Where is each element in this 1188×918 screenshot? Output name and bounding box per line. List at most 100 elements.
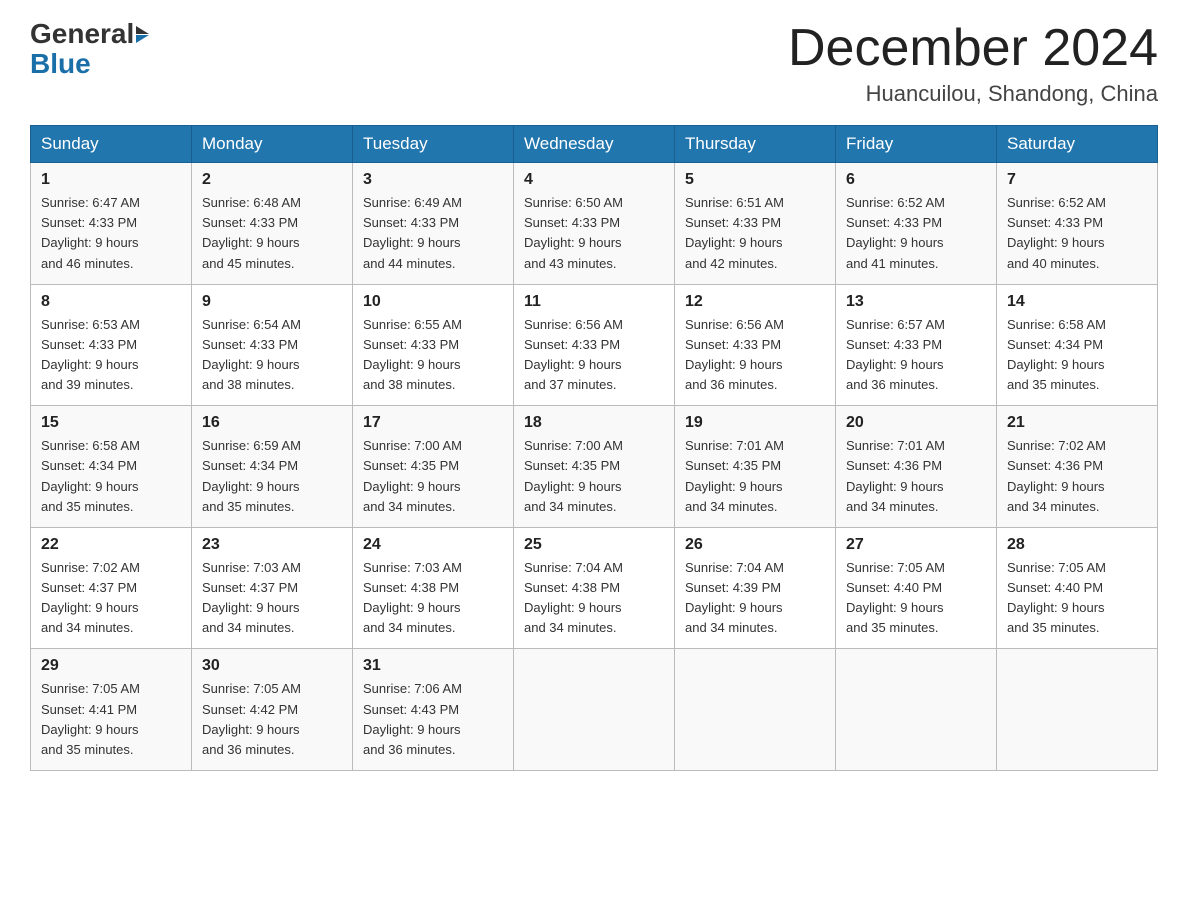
- calendar-cell: 19 Sunrise: 7:01 AMSunset: 4:35 PMDaylig…: [675, 406, 836, 528]
- calendar-cell: [997, 649, 1158, 771]
- calendar-cell: 20 Sunrise: 7:01 AMSunset: 4:36 PMDaylig…: [836, 406, 997, 528]
- day-number: 28: [1007, 536, 1147, 554]
- col-header-sunday: Sunday: [31, 126, 192, 163]
- calendar-cell: [514, 649, 675, 771]
- logo-blue-text: Blue: [30, 48, 91, 80]
- col-header-monday: Monday: [192, 126, 353, 163]
- day-info: Sunrise: 7:05 AMSunset: 4:41 PMDaylight:…: [41, 681, 140, 756]
- day-info: Sunrise: 6:49 AMSunset: 4:33 PMDaylight:…: [363, 195, 462, 270]
- day-number: 17: [363, 414, 503, 432]
- calendar-header-row: SundayMondayTuesdayWednesdayThursdayFrid…: [31, 126, 1158, 163]
- day-number: 20: [846, 414, 986, 432]
- logo-general-text: General: [30, 20, 134, 48]
- day-number: 19: [685, 414, 825, 432]
- day-info: Sunrise: 7:03 AMSunset: 4:38 PMDaylight:…: [363, 560, 462, 635]
- calendar-cell: 18 Sunrise: 7:00 AMSunset: 4:35 PMDaylig…: [514, 406, 675, 528]
- day-info: Sunrise: 6:58 AMSunset: 4:34 PMDaylight:…: [1007, 317, 1106, 392]
- day-number: 22: [41, 536, 181, 554]
- calendar-cell: 15 Sunrise: 6:58 AMSunset: 4:34 PMDaylig…: [31, 406, 192, 528]
- calendar-cell: 4 Sunrise: 6:50 AMSunset: 4:33 PMDayligh…: [514, 163, 675, 285]
- day-number: 7: [1007, 171, 1147, 189]
- col-header-thursday: Thursday: [675, 126, 836, 163]
- day-number: 24: [363, 536, 503, 554]
- day-info: Sunrise: 6:54 AMSunset: 4:33 PMDaylight:…: [202, 317, 301, 392]
- day-info: Sunrise: 6:47 AMSunset: 4:33 PMDaylight:…: [41, 195, 140, 270]
- day-number: 4: [524, 171, 664, 189]
- calendar-week-row: 1 Sunrise: 6:47 AMSunset: 4:33 PMDayligh…: [31, 163, 1158, 285]
- calendar-week-row: 8 Sunrise: 6:53 AMSunset: 4:33 PMDayligh…: [31, 284, 1158, 406]
- day-number: 16: [202, 414, 342, 432]
- col-header-tuesday: Tuesday: [353, 126, 514, 163]
- calendar-cell: 23 Sunrise: 7:03 AMSunset: 4:37 PMDaylig…: [192, 527, 353, 649]
- day-number: 8: [41, 293, 181, 311]
- calendar-cell: 2 Sunrise: 6:48 AMSunset: 4:33 PMDayligh…: [192, 163, 353, 285]
- calendar-cell: 30 Sunrise: 7:05 AMSunset: 4:42 PMDaylig…: [192, 649, 353, 771]
- col-header-saturday: Saturday: [997, 126, 1158, 163]
- location-title: Huancuilou, Shandong, China: [788, 81, 1158, 107]
- day-info: Sunrise: 6:52 AMSunset: 4:33 PMDaylight:…: [846, 195, 945, 270]
- calendar-cell: 13 Sunrise: 6:57 AMSunset: 4:33 PMDaylig…: [836, 284, 997, 406]
- day-info: Sunrise: 7:00 AMSunset: 4:35 PMDaylight:…: [524, 438, 623, 513]
- calendar-cell: [675, 649, 836, 771]
- day-number: 2: [202, 171, 342, 189]
- day-info: Sunrise: 7:04 AMSunset: 4:38 PMDaylight:…: [524, 560, 623, 635]
- day-info: Sunrise: 7:05 AMSunset: 4:42 PMDaylight:…: [202, 681, 301, 756]
- day-info: Sunrise: 7:01 AMSunset: 4:36 PMDaylight:…: [846, 438, 945, 513]
- day-number: 6: [846, 171, 986, 189]
- day-number: 23: [202, 536, 342, 554]
- logo: General Blue: [30, 20, 149, 80]
- calendar-cell: 17 Sunrise: 7:00 AMSunset: 4:35 PMDaylig…: [353, 406, 514, 528]
- day-info: Sunrise: 7:01 AMSunset: 4:35 PMDaylight:…: [685, 438, 784, 513]
- day-info: Sunrise: 7:00 AMSunset: 4:35 PMDaylight:…: [363, 438, 462, 513]
- day-number: 26: [685, 536, 825, 554]
- day-number: 13: [846, 293, 986, 311]
- day-info: Sunrise: 6:55 AMSunset: 4:33 PMDaylight:…: [363, 317, 462, 392]
- calendar-cell: 14 Sunrise: 6:58 AMSunset: 4:34 PMDaylig…: [997, 284, 1158, 406]
- day-number: 10: [363, 293, 503, 311]
- calendar-cell: 12 Sunrise: 6:56 AMSunset: 4:33 PMDaylig…: [675, 284, 836, 406]
- calendar-cell: 29 Sunrise: 7:05 AMSunset: 4:41 PMDaylig…: [31, 649, 192, 771]
- calendar-cell: 1 Sunrise: 6:47 AMSunset: 4:33 PMDayligh…: [31, 163, 192, 285]
- day-info: Sunrise: 6:50 AMSunset: 4:33 PMDaylight:…: [524, 195, 623, 270]
- day-info: Sunrise: 7:02 AMSunset: 4:37 PMDaylight:…: [41, 560, 140, 635]
- day-info: Sunrise: 6:51 AMSunset: 4:33 PMDaylight:…: [685, 195, 784, 270]
- day-number: 25: [524, 536, 664, 554]
- col-header-wednesday: Wednesday: [514, 126, 675, 163]
- calendar-cell: 21 Sunrise: 7:02 AMSunset: 4:36 PMDaylig…: [997, 406, 1158, 528]
- calendar-cell: 9 Sunrise: 6:54 AMSunset: 4:33 PMDayligh…: [192, 284, 353, 406]
- day-number: 27: [846, 536, 986, 554]
- calendar-cell: 26 Sunrise: 7:04 AMSunset: 4:39 PMDaylig…: [675, 527, 836, 649]
- calendar-cell: 8 Sunrise: 6:53 AMSunset: 4:33 PMDayligh…: [31, 284, 192, 406]
- calendar-cell: [836, 649, 997, 771]
- calendar-cell: 25 Sunrise: 7:04 AMSunset: 4:38 PMDaylig…: [514, 527, 675, 649]
- day-number: 31: [363, 657, 503, 675]
- day-number: 12: [685, 293, 825, 311]
- col-header-friday: Friday: [836, 126, 997, 163]
- day-number: 3: [363, 171, 503, 189]
- calendar-cell: 5 Sunrise: 6:51 AMSunset: 4:33 PMDayligh…: [675, 163, 836, 285]
- day-number: 5: [685, 171, 825, 189]
- day-info: Sunrise: 6:53 AMSunset: 4:33 PMDaylight:…: [41, 317, 140, 392]
- calendar-cell: 31 Sunrise: 7:06 AMSunset: 4:43 PMDaylig…: [353, 649, 514, 771]
- day-info: Sunrise: 7:06 AMSunset: 4:43 PMDaylight:…: [363, 681, 462, 756]
- day-number: 21: [1007, 414, 1147, 432]
- day-info: Sunrise: 6:56 AMSunset: 4:33 PMDaylight:…: [524, 317, 623, 392]
- day-number: 30: [202, 657, 342, 675]
- day-number: 18: [524, 414, 664, 432]
- calendar-cell: 28 Sunrise: 7:05 AMSunset: 4:40 PMDaylig…: [997, 527, 1158, 649]
- calendar-cell: 11 Sunrise: 6:56 AMSunset: 4:33 PMDaylig…: [514, 284, 675, 406]
- day-number: 9: [202, 293, 342, 311]
- calendar-week-row: 29 Sunrise: 7:05 AMSunset: 4:41 PMDaylig…: [31, 649, 1158, 771]
- day-number: 1: [41, 171, 181, 189]
- day-info: Sunrise: 6:58 AMSunset: 4:34 PMDaylight:…: [41, 438, 140, 513]
- day-info: Sunrise: 7:03 AMSunset: 4:37 PMDaylight:…: [202, 560, 301, 635]
- calendar-cell: 22 Sunrise: 7:02 AMSunset: 4:37 PMDaylig…: [31, 527, 192, 649]
- day-number: 11: [524, 293, 664, 311]
- title-block: December 2024 Huancuilou, Shandong, Chin…: [788, 20, 1158, 107]
- calendar-cell: 16 Sunrise: 6:59 AMSunset: 4:34 PMDaylig…: [192, 406, 353, 528]
- calendar-cell: 3 Sunrise: 6:49 AMSunset: 4:33 PMDayligh…: [353, 163, 514, 285]
- calendar-cell: 10 Sunrise: 6:55 AMSunset: 4:33 PMDaylig…: [353, 284, 514, 406]
- day-info: Sunrise: 7:05 AMSunset: 4:40 PMDaylight:…: [1007, 560, 1106, 635]
- calendar-week-row: 15 Sunrise: 6:58 AMSunset: 4:34 PMDaylig…: [31, 406, 1158, 528]
- day-info: Sunrise: 6:56 AMSunset: 4:33 PMDaylight:…: [685, 317, 784, 392]
